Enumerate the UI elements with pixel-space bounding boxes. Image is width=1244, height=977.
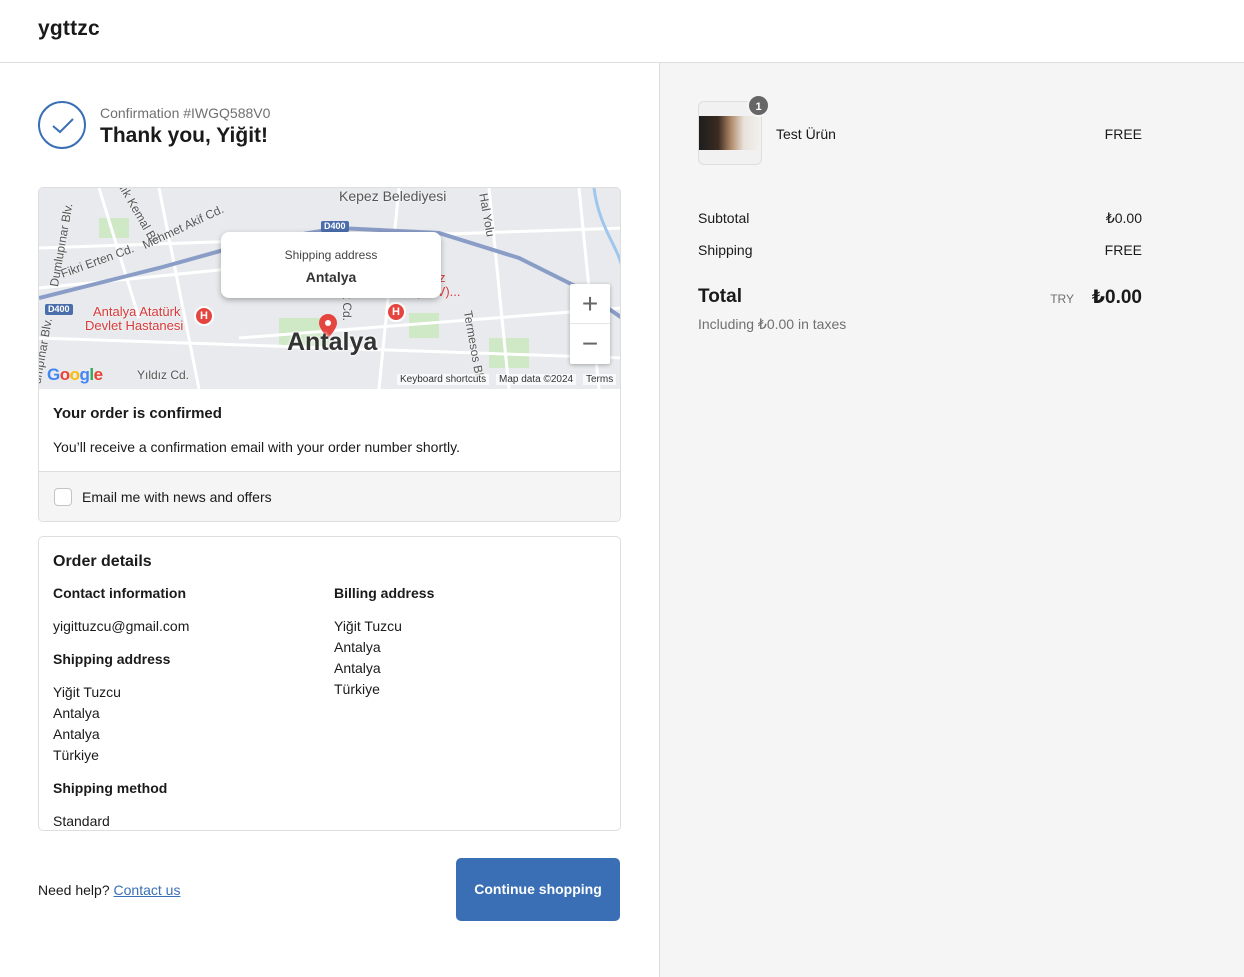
map-popup-label: Shipping address — [284, 248, 378, 262]
road-d400-tag: D400 — [321, 221, 349, 232]
map-footer: Google Keyboard shortcuts Map data ©2024… — [39, 365, 620, 389]
map-zoom-control: + − — [570, 284, 610, 364]
keyboard-shortcuts-link[interactable]: Keyboard shortcuts — [397, 374, 490, 385]
order-details-card: Order details Contact information yigitt… — [38, 536, 621, 831]
page-title: Thank you, Yiğit! — [100, 124, 269, 147]
map-data-attribution: Map data ©2024 — [496, 374, 577, 385]
road-d400-tag-2: D400 — [45, 304, 73, 315]
subtotal-label: Subtotal — [698, 210, 750, 226]
map-city-label: Antalya — [287, 328, 378, 356]
header: ygttzc — [0, 0, 1244, 63]
address-line: Antalya — [334, 660, 381, 676]
product-image — [699, 116, 761, 150]
confirmation-number: Confirmation #IWGQ588V0 — [100, 105, 271, 121]
shipping-address-heading: Shipping address — [53, 651, 171, 667]
total-value: ₺0.00 — [1091, 287, 1142, 308]
address-line: Yiğit Tuzcu — [334, 618, 402, 634]
shipping-label: Shipping — [698, 242, 753, 258]
address-line: Türkiye — [53, 747, 99, 763]
newsletter-checkbox[interactable] — [54, 488, 72, 506]
zoom-in-button[interactable]: + — [570, 284, 610, 324]
shipping-map[interactable]: D400 D400 Kepez Belediyesi Namık Kemal B… — [39, 188, 620, 389]
billing-address-heading: Billing address — [334, 585, 435, 601]
order-details-left-column: Contact information yigittuzcu@gmail.com… — [53, 584, 189, 845]
order-confirmed-text: You’ll receive a confirmation email with… — [53, 439, 460, 455]
order-confirmed-title: Your order is confirmed — [53, 405, 222, 422]
map-label-kepez: Kepez Belediyesi — [339, 188, 447, 204]
product-price: FREE — [1104, 126, 1142, 142]
check-icon — [38, 101, 86, 149]
help-text: Need help? Contact us — [38, 882, 180, 898]
google-logo[interactable]: Google — [47, 365, 103, 385]
newsletter-row: Email me with news and offers — [39, 471, 620, 521]
total-currency: TRY — [1050, 292, 1074, 306]
billing-address: Billing address Yiğit Tuzcu Antalya Anta… — [334, 584, 434, 700]
map-popup-value: Antalya — [305, 269, 357, 285]
hospital-icon[interactable]: H — [194, 306, 214, 326]
help-label: Need help? — [38, 882, 110, 898]
shipping-method-heading: Shipping method — [53, 780, 168, 796]
shipping-method: Shipping method Standard — [53, 779, 189, 832]
tax-note: Including ₺0.00 in taxes — [698, 316, 847, 332]
order-details-right-column: Billing address Yiğit Tuzcu Antalya Anta… — [334, 584, 434, 713]
shipping-address: Shipping address Yiğit Tuzcu Antalya Ant… — [53, 650, 189, 766]
order-summary-sidebar: 1 Test Ürün FREE Subtotal ₺0.00 Shipping… — [659, 63, 1244, 977]
subtotal-value: ₺0.00 — [1105, 210, 1142, 226]
continue-shopping-button[interactable]: Continue shopping — [456, 858, 620, 921]
order-status-card: D400 D400 Kepez Belediyesi Namık Kemal B… — [38, 187, 621, 522]
total-label: Total — [698, 286, 742, 307]
shipping-method-value: Standard — [53, 813, 110, 829]
contact-us-link[interactable]: Contact us — [114, 882, 181, 898]
order-details-title: Order details — [53, 553, 152, 570]
map-label-hospital: Antalya Atatürk — [93, 304, 181, 319]
address-line: Yiğit Tuzcu — [53, 684, 121, 700]
map-terms-link[interactable]: Terms — [583, 374, 617, 385]
contact-email: yigittuzcu@gmail.com — [53, 618, 190, 634]
address-line: Antalya — [53, 705, 100, 721]
newsletter-label[interactable]: Email me with news and offers — [82, 489, 272, 505]
shipping-value: FREE — [1104, 242, 1142, 258]
address-line: Antalya — [334, 639, 381, 655]
map-label-hospital: Devlet Hastanesi — [85, 318, 184, 333]
zoom-out-button[interactable]: − — [570, 324, 610, 364]
hospital-icon[interactable]: H — [386, 302, 406, 322]
address-line: Türkiye — [334, 681, 380, 697]
contact-information: Contact information yigittuzcu@gmail.com — [53, 584, 189, 637]
map-popup: Shipping address Antalya — [221, 232, 441, 298]
contact-heading: Contact information — [53, 585, 186, 601]
store-brand[interactable]: ygttzc — [38, 17, 100, 41]
quantity-badge: 1 — [747, 94, 770, 117]
product-name: Test Ürün — [776, 126, 836, 142]
address-line: Antalya — [53, 726, 100, 742]
